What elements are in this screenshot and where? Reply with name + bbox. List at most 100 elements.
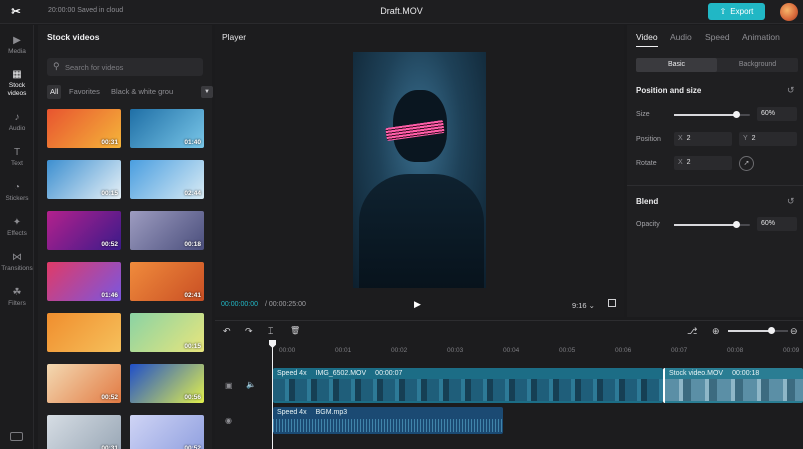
- opacity-slider[interactable]: [674, 221, 750, 228]
- play-icon[interactable]: ▶: [414, 299, 421, 310]
- clip-filmstrip: [273, 379, 663, 401]
- stock-video-thumbnail[interactable]: 00:52: [47, 364, 121, 403]
- zoom-in-icon[interactable]: ⊕: [712, 326, 720, 337]
- reset-icon[interactable]: ↺: [787, 85, 795, 96]
- position-x-field[interactable]: X2: [674, 132, 732, 146]
- export-button[interactable]: ⇧ Export: [708, 3, 765, 20]
- tab-speed[interactable]: Speed: [705, 32, 730, 42]
- opacity-field[interactable]: 60%: [757, 217, 797, 231]
- size-slider[interactable]: [674, 111, 750, 118]
- audio-clip-bgm[interactable]: Speed 4x BGM.mp3: [273, 407, 503, 434]
- stock-video-thumbnail[interactable]: 02:41: [130, 262, 204, 301]
- zoom-slider[interactable]: [728, 327, 788, 334]
- keyboard-shortcuts-icon[interactable]: [10, 432, 23, 441]
- rotate-field[interactable]: X2: [674, 156, 732, 170]
- opacity-slider-fill: [674, 224, 737, 226]
- export-label: Export: [730, 7, 754, 16]
- tab-audio[interactable]: Audio: [670, 32, 692, 42]
- stock-video-thumbnail[interactable]: 02:44: [130, 160, 204, 199]
- aspect-ratio-select[interactable]: 9:16 ⌄: [572, 301, 595, 310]
- stock-video-thumbnail[interactable]: 00:52: [47, 211, 121, 250]
- size-slider-knob[interactable]: [733, 111, 741, 118]
- app-logo-icon[interactable]: ✂: [8, 5, 24, 19]
- filter-black-white[interactable]: Black & white grou: [111, 85, 197, 99]
- position-y-field[interactable]: Y2: [739, 132, 797, 146]
- stock-video-thumbnail[interactable]: 00:31: [47, 109, 121, 148]
- nav-item-filters[interactable]: ☘ Filters: [0, 287, 34, 308]
- zoom-slider-knob[interactable]: [768, 327, 776, 334]
- clip-label: Speed 4x IMG_6502.MOV 00:00:07: [277, 370, 411, 377]
- delete-icon[interactable]: 🗑: [290, 326, 300, 335]
- thumbnail-duration: 00:15: [184, 343, 201, 350]
- volume-icon[interactable]: 🔈: [246, 380, 256, 389]
- nav-label: Media: [8, 48, 26, 55]
- playhead[interactable]: [272, 342, 273, 449]
- nav-label: Stock videos: [7, 82, 27, 97]
- nav-item-stock-videos[interactable]: ▦ Stock videos: [0, 69, 34, 98]
- avatar[interactable]: [780, 3, 798, 21]
- search-input[interactable]: ⚲ Search for videos: [47, 58, 203, 76]
- time-ruler[interactable]: 00:00 00:01 00:02 00:03 00:04 00:05 00:0…: [271, 344, 803, 358]
- redo-icon[interactable]: ↷: [245, 326, 253, 337]
- ruler-tick: 00:09: [783, 347, 800, 354]
- stock-video-thumbnail[interactable]: 00:18: [130, 211, 204, 250]
- stock-video-thumbnail[interactable]: [47, 313, 121, 352]
- snap-icon[interactable]: ⎇: [687, 326, 697, 337]
- nav-item-stickers[interactable]: ◔ Stickers: [0, 182, 34, 203]
- segment-basic[interactable]: Basic: [636, 58, 717, 72]
- size-field[interactable]: 60%: [757, 107, 797, 121]
- stock-video-thumbnail[interactable]: 00:15: [47, 160, 121, 199]
- tab-video[interactable]: Video: [636, 32, 658, 42]
- video-clip-stock-video[interactable]: Stock video.MOV 00:00:18: [663, 368, 803, 403]
- top-bar: ✂ 20:00:00 Saved in cloud Draft.MOV ⇧ Ex…: [0, 0, 803, 24]
- video-clip-img6502[interactable]: Speed 4x IMG_6502.MOV 00:00:07: [273, 368, 663, 403]
- text-icon: T: [13, 147, 21, 158]
- undo-icon[interactable]: ↶: [223, 326, 231, 337]
- stock-video-thumbnail[interactable]: 00:56: [130, 364, 204, 403]
- segment-background[interactable]: Background: [717, 58, 798, 72]
- stock-videos-panel: Stock videos ⚲ Search for videos All Fav…: [38, 25, 213, 449]
- fullscreen-icon[interactable]: [608, 299, 616, 307]
- rotate-axis-label: X: [678, 159, 683, 166]
- stock-video-thumbnail[interactable]: 01:46: [47, 262, 121, 301]
- nav-item-effects[interactable]: ✦ Effects: [0, 217, 34, 238]
- clip-speed: Speed 4x: [277, 409, 307, 416]
- reset-icon[interactable]: ↺: [787, 196, 795, 207]
- video-track-icon: ▣: [225, 381, 233, 390]
- total-timecode: / 00:00:25:00: [265, 301, 306, 308]
- export-icon: ⇧: [719, 7, 727, 16]
- zoom-out-icon[interactable]: ⊖: [790, 326, 798, 337]
- stock-video-thumbnail[interactable]: 01:40: [130, 109, 204, 148]
- nav-item-transitions[interactable]: ⋈ Transitions: [0, 252, 34, 273]
- clip-label: Speed 4x BGM.mp3: [277, 409, 356, 416]
- clip-speed: Speed 4x: [277, 370, 307, 377]
- position-x-value: 2: [686, 135, 691, 142]
- clip-filmstrip: [665, 379, 803, 401]
- filter-all[interactable]: All: [47, 85, 62, 99]
- nav-item-text[interactable]: T Text: [0, 147, 34, 168]
- filter-favorites[interactable]: Favorites: [69, 85, 100, 99]
- nav-label: Audio: [8, 125, 26, 132]
- effects-icon: ✦: [12, 217, 22, 228]
- stock-videos-icon: ▦: [12, 69, 22, 80]
- stock-video-thumbnail[interactable]: 00:52: [130, 415, 204, 449]
- thumbnail-duration: 01:40: [184, 139, 201, 146]
- nav-label: Filters: [8, 300, 26, 307]
- video-preview[interactable]: [353, 52, 486, 288]
- nav-item-audio[interactable]: ♪ Audio: [0, 112, 34, 133]
- nav-label: Effects: [7, 230, 27, 237]
- stock-video-thumbnail[interactable]: 00:31: [47, 415, 121, 449]
- rotate-dial-icon[interactable]: ➚: [739, 156, 754, 171]
- audio-icon: ♪: [14, 112, 20, 123]
- size-label: Size: [636, 111, 650, 118]
- nav-item-media[interactable]: ▶ Media: [0, 35, 34, 56]
- clip-name: IMG_6502.MOV: [315, 370, 367, 377]
- chevron-down-icon[interactable]: ▼: [201, 86, 213, 98]
- split-icon[interactable]: ⌶: [268, 326, 273, 337]
- y-axis-label: Y: [743, 135, 748, 142]
- blend-title: Blend: [636, 197, 659, 206]
- tab-animation[interactable]: Animation: [742, 32, 780, 42]
- opacity-slider-knob[interactable]: [733, 221, 741, 228]
- timeline-panel: ↶ ↷ ⌶ 🗑 ⎇ ⊕ ⊖ 00:00 00:01 00:02 00:03 00…: [215, 320, 803, 449]
- stock-video-thumbnail[interactable]: 00:15: [130, 313, 204, 352]
